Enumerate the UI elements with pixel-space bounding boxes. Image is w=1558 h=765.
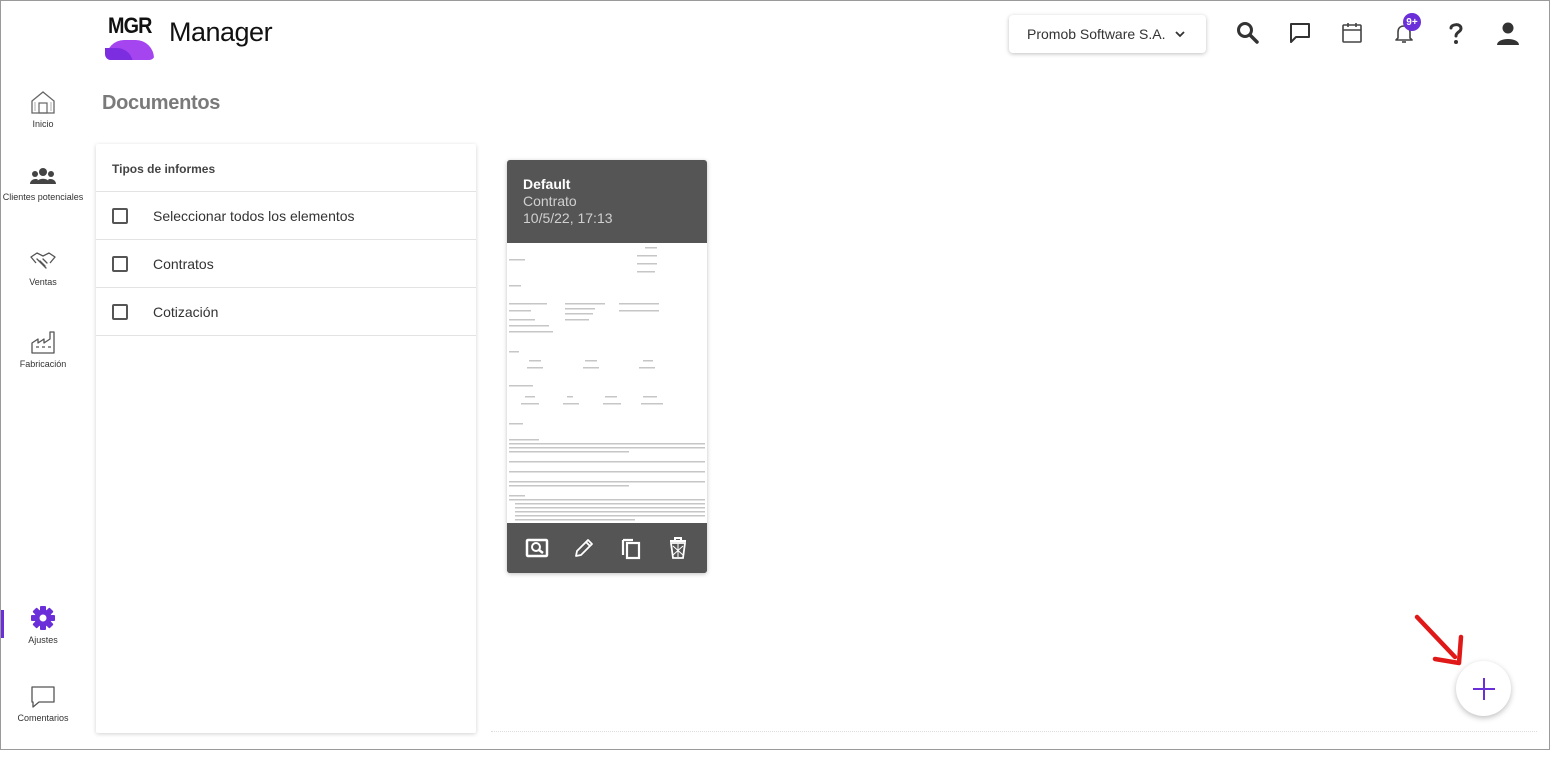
filter-option-label: Cotización <box>153 303 219 320</box>
document-name: Default <box>523 176 571 192</box>
account-icon <box>1497 22 1519 45</box>
document-actions <box>507 523 707 573</box>
app-title: Manager <box>169 17 273 47</box>
factory-icon <box>31 331 55 354</box>
gear-icon <box>31 606 55 630</box>
company-selector[interactable]: Promob Software S.A. <box>1009 15 1206 53</box>
sidebar-item-clientes[interactable]: Clientes potenciales <box>1 166 85 202</box>
preview-button[interactable] <box>523 534 551 562</box>
sidebar-item-ajustes[interactable]: Ajustes <box>1 605 85 645</box>
content-divider <box>491 731 1537 732</box>
edit-button[interactable] <box>570 534 598 562</box>
plus-icon <box>1472 677 1495 700</box>
document-type: Contrato <box>523 193 577 209</box>
checkbox[interactable] <box>112 207 128 224</box>
document-thumbnail[interactable] <box>507 243 707 523</box>
sidebar-item-label: Comentarios <box>17 713 69 723</box>
checkbox[interactable] <box>112 255 128 272</box>
app-window: MGR Manager Promob Software S.A. 9+ Inic… <box>0 0 1550 750</box>
chat-icon <box>1290 23 1310 43</box>
calendar-icon <box>1342 23 1362 43</box>
page-title: Documentos <box>102 92 221 114</box>
panel-header: Tipos de informes <box>96 144 476 192</box>
help-button[interactable] <box>1442 19 1470 47</box>
sidebar-item-label: Ventas <box>29 277 57 287</box>
document-card[interactable]: Default Contrato 10/5/22, 17:13 <box>507 160 707 573</box>
report-type-panel: Tipos de informes Seleccionar todos los … <box>96 144 476 733</box>
preview-icon <box>525 538 548 558</box>
home-icon <box>31 91 55 114</box>
sidebar-item-fabricacion[interactable]: Fabricación <box>1 329 85 369</box>
sidebar-item-comentarios[interactable]: Comentarios <box>1 685 85 723</box>
copy-button[interactable] <box>617 534 645 562</box>
filter-option-contratos[interactable]: Contratos <box>96 240 476 288</box>
search-button[interactable] <box>1234 19 1262 47</box>
delete-icon <box>669 537 686 559</box>
calendar-button[interactable] <box>1338 19 1366 47</box>
app-logo[interactable]: MGR <box>105 10 155 60</box>
document-card-header: Default Contrato 10/5/22, 17:13 <box>507 160 707 243</box>
handshake-icon <box>30 252 56 269</box>
edit-icon <box>574 539 593 557</box>
help-icon <box>1449 23 1463 44</box>
chat-button[interactable] <box>1286 19 1314 47</box>
sidebar-item-ventas[interactable]: Ventas <box>1 249 85 287</box>
add-document-button[interactable] <box>1456 661 1511 716</box>
red-arrow-annotation <box>1414 614 1464 666</box>
copy-icon <box>621 538 640 560</box>
filter-option-cotizacion[interactable]: Cotización <box>96 288 476 336</box>
logo-text: MGR <box>108 13 152 38</box>
filter-option-label: Contratos <box>153 255 214 272</box>
company-selector-label: Promob Software S.A. <box>1027 26 1166 42</box>
account-button[interactable] <box>1494 19 1522 47</box>
notifications-button[interactable]: 9+ <box>1390 13 1421 47</box>
checkbox[interactable] <box>112 303 128 320</box>
sidebar-item-inicio[interactable]: Inicio <box>1 89 85 129</box>
delete-button[interactable] <box>664 534 692 562</box>
comment-icon <box>31 686 55 708</box>
sidebar-item-label: Fabricación <box>19 359 67 369</box>
sidebar-item-label: Clientes potenciales <box>2 192 84 202</box>
sidebar-item-label: Ajustes <box>28 635 58 645</box>
document-date: 10/5/22, 17:13 <box>523 210 613 226</box>
people-icon <box>30 168 56 184</box>
document-thumbnail-image <box>509 247 705 521</box>
notification-badge: 9+ <box>1403 13 1421 31</box>
filter-option-select-all[interactable]: Seleccionar todos los elementos <box>96 192 476 240</box>
chevron-down-icon <box>1174 31 1185 38</box>
filter-option-label: Seleccionar todos los elementos <box>153 207 355 224</box>
search-icon <box>1237 22 1259 44</box>
sidebar-item-label: Inicio <box>32 119 54 129</box>
